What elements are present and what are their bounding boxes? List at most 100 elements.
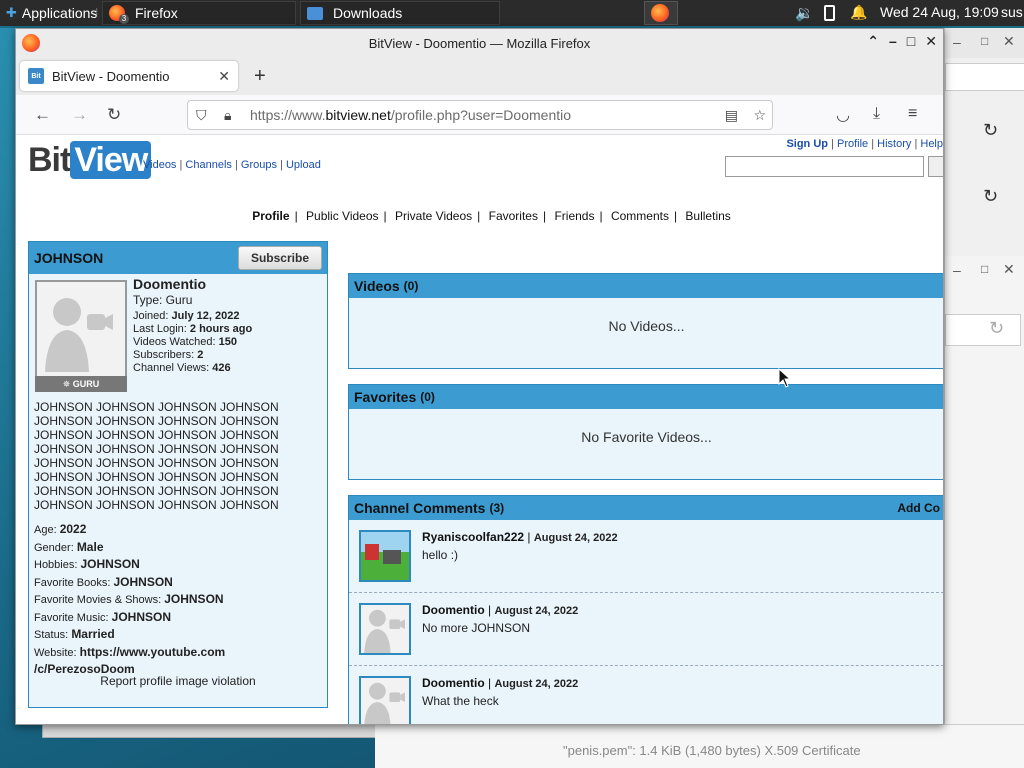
commenter-avatar[interactable] bbox=[359, 603, 411, 655]
comment-date: August 24, 2022 bbox=[533, 532, 618, 544]
download-status-text: "penis.pem": 1.4 KiB (1,480 bytes) X.509… bbox=[563, 743, 861, 758]
nav-link-channels[interactable]: Channels bbox=[185, 159, 231, 171]
reload-icon[interactable]: ↻ bbox=[983, 120, 998, 141]
sign-up-link[interactable]: Sign Up bbox=[786, 138, 828, 150]
taskbar-item-firefox-active[interactable] bbox=[644, 1, 678, 25]
background-window-bottom[interactable]: – □ ✕ ↻ bbox=[944, 256, 1024, 768]
menu-icon[interactable]: ≡ bbox=[908, 105, 917, 123]
comment-author[interactable]: Doomentio bbox=[422, 603, 485, 617]
panel-user[interactable]: sus bbox=[1001, 4, 1023, 20]
comment-text: hello :) bbox=[422, 548, 459, 562]
taskbar-label: Firefox bbox=[135, 5, 178, 21]
reader-view-icon[interactable]: ▤ bbox=[725, 107, 738, 124]
pocket-icon[interactable]: ◡ bbox=[836, 105, 850, 125]
navigation-bar: ← → ↻ ⛉ 🔒︎ https://www.bitview.net/profi… bbox=[16, 95, 943, 135]
taskbar-item-firefox[interactable]: 3 Firefox bbox=[102, 1, 296, 25]
forward-icon[interactable]: → bbox=[71, 105, 88, 125]
firefox-logo-icon bbox=[22, 34, 40, 52]
nav-link-videos[interactable]: Videos bbox=[143, 159, 176, 171]
window-titlebar[interactable]: BitView - Doomentio — Mozilla Firefox ⌃ … bbox=[16, 29, 943, 57]
subnav-bulletins[interactable]: Bulletins bbox=[685, 209, 730, 223]
tab-close-icon[interactable]: ✕ bbox=[218, 68, 230, 85]
taskbar-item-downloads[interactable]: Downloads bbox=[300, 1, 500, 25]
close-icon[interactable]: ✕ bbox=[1003, 261, 1015, 278]
url-bar[interactable]: ⛉ 🔒︎ https://www.bitview.net/profile.php… bbox=[187, 100, 773, 130]
comment-date: August 24, 2022 bbox=[494, 678, 579, 690]
maximize-icon[interactable]: □ bbox=[981, 34, 988, 48]
nav-link-upload[interactable]: Upload bbox=[286, 159, 321, 171]
search-button[interactable] bbox=[928, 156, 943, 177]
detail-website[interactable]: Website: https://www.youtube.com bbox=[34, 644, 225, 662]
comment-meta: Doomentio | August 24, 2022 bbox=[422, 676, 579, 690]
tab-bar: Bit BitView - Doomentio ✕ + bbox=[16, 57, 943, 95]
comment-item: Ryaniscoolfan222 | August 24, 2022 hello… bbox=[349, 520, 943, 593]
subnav-comments[interactable]: Comments bbox=[611, 209, 669, 223]
window-count-badge: 3 bbox=[119, 14, 129, 24]
detail-gender: Gender: Male bbox=[34, 539, 104, 554]
notification-bell-icon[interactable]: 🔔 bbox=[850, 4, 867, 21]
profile-details: Age: 2022 Gender: Male Hobbies: JOHNSON … bbox=[34, 521, 225, 679]
lock-icon[interactable]: 🔒︎ bbox=[224, 107, 231, 124]
tab-bitview[interactable]: Bit BitView - Doomentio ✕ bbox=[20, 61, 238, 91]
comment-author[interactable]: Doomentio bbox=[422, 676, 485, 690]
firefox-icon bbox=[651, 4, 669, 22]
comments-header: Channel Comments (3) Add Co bbox=[349, 496, 943, 520]
reload-icon[interactable]: ↻ bbox=[983, 186, 998, 207]
commenter-avatar[interactable] bbox=[359, 530, 411, 582]
panel-clock[interactable]: Wed 24 Aug, 19:09 bbox=[880, 4, 999, 20]
profile-info: Doomentio Type: Guru Joined: July 12, 20… bbox=[133, 276, 252, 375]
volume-icon[interactable]: 🔉 bbox=[795, 4, 814, 22]
comment-item: Doomentio | August 24, 2022 What the hec… bbox=[349, 666, 943, 724]
profile-header-title: JOHNSON bbox=[34, 250, 104, 266]
background-window-titlebar[interactable]: – □ ✕ bbox=[945, 28, 1024, 58]
subnav-favorites[interactable]: Favorites bbox=[489, 209, 538, 223]
commenter-avatar[interactable] bbox=[359, 676, 411, 724]
account-links: Sign Up | Profile | History | Help bbox=[786, 138, 943, 150]
minimize-icon[interactable]: – bbox=[953, 34, 961, 50]
panel-separator: ⁞ bbox=[95, 6, 99, 20]
close-icon[interactable]: ✕ bbox=[1003, 33, 1015, 50]
shield-icon[interactable]: ⛉ bbox=[196, 107, 207, 124]
nav-link-groups[interactable]: Groups bbox=[241, 159, 277, 171]
firefox-icon: 3 bbox=[109, 5, 129, 24]
profile-subscribers: Subscribers: 2 bbox=[133, 349, 204, 361]
close-icon[interactable]: ✕ bbox=[925, 33, 937, 50]
minimize-icon[interactable]: – bbox=[889, 33, 897, 50]
maximize-icon[interactable]: □ bbox=[981, 262, 988, 276]
reload-icon[interactable]: ↻ bbox=[989, 318, 1004, 339]
comment-text: No more JOHNSON bbox=[422, 621, 531, 635]
download-icon[interactable]: ⤓ bbox=[873, 105, 880, 123]
history-link[interactable]: History bbox=[877, 138, 911, 150]
subnav-public-videos[interactable]: Public Videos bbox=[306, 209, 379, 223]
bitview-logo[interactable]: Bit View bbox=[28, 141, 152, 180]
comment-author[interactable]: Ryaniscoolfan222 bbox=[422, 530, 524, 544]
subnav-profile[interactable]: Profile bbox=[252, 209, 289, 223]
report-image-link[interactable]: Report profile image violation bbox=[29, 674, 327, 688]
reload-icon[interactable]: ↻ bbox=[107, 105, 121, 125]
background-url-field[interactable] bbox=[945, 314, 1021, 346]
subnav-friends[interactable]: Friends bbox=[554, 209, 594, 223]
help-link[interactable]: Help bbox=[920, 138, 943, 150]
back-icon[interactable]: ← bbox=[34, 105, 51, 125]
comment-meta: Doomentio | August 24, 2022 bbox=[422, 603, 579, 617]
bookmark-star-icon[interactable]: ☆ bbox=[753, 107, 766, 124]
favorites-header: Favorites (0) bbox=[349, 385, 943, 409]
tab-title: BitView - Doomentio bbox=[52, 68, 170, 84]
battery-icon[interactable] bbox=[824, 5, 835, 21]
background-window-top[interactable]: – □ ✕ ↻ ↻ bbox=[944, 28, 1024, 260]
background-url-field[interactable] bbox=[945, 63, 1024, 91]
chevron-up-icon[interactable]: ⌃ bbox=[867, 33, 879, 50]
profile-bio: JOHNSON JOHNSON JOHNSON JOHNSON JOHNSON … bbox=[34, 400, 279, 512]
add-comment-link[interactable]: Add Co bbox=[897, 501, 940, 515]
subscribe-button[interactable]: Subscribe bbox=[237, 246, 322, 270]
profile-link[interactable]: Profile bbox=[837, 138, 868, 150]
profile-username: Doomentio bbox=[133, 276, 207, 292]
user-camera-icon bbox=[364, 682, 405, 724]
minimize-icon[interactable]: – bbox=[953, 262, 961, 278]
url-text[interactable]: https://www.bitview.net/profile.php?user… bbox=[250, 107, 571, 123]
maximize-icon[interactable]: □ bbox=[907, 33, 915, 50]
applications-menu[interactable]: ✚ Applications bbox=[0, 0, 103, 26]
subnav-private-videos[interactable]: Private Videos bbox=[395, 209, 472, 223]
search-input[interactable] bbox=[725, 156, 924, 177]
new-tab-icon[interactable]: + bbox=[254, 65, 266, 88]
